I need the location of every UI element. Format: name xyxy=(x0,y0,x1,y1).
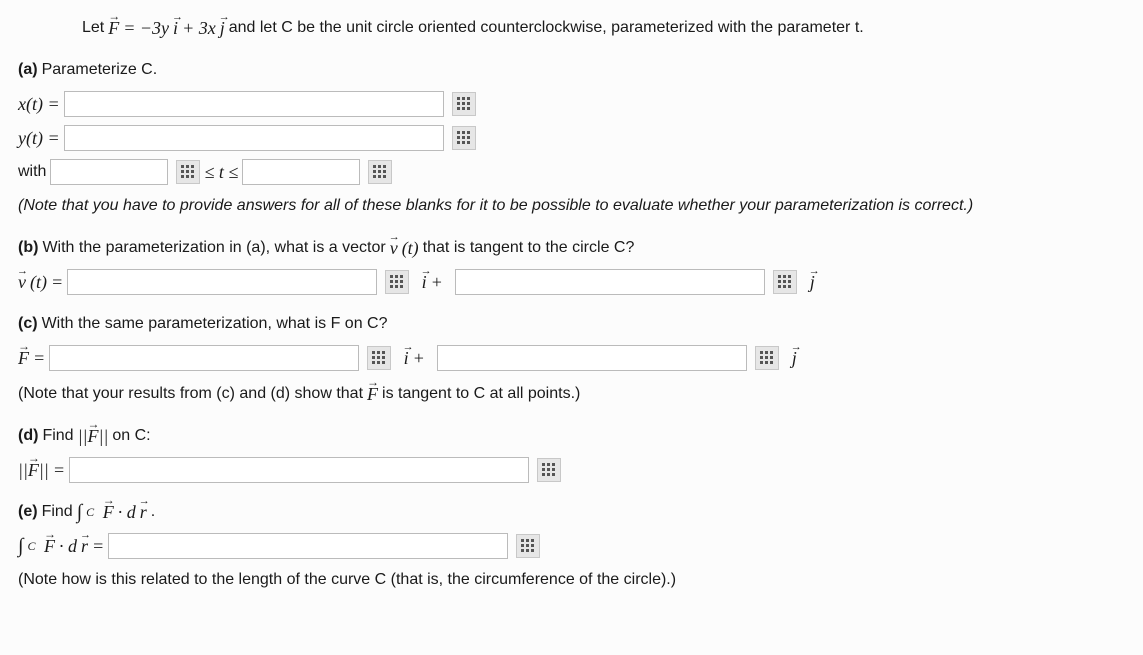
part-d-text: Find xyxy=(42,422,73,450)
b-eq: = xyxy=(51,268,63,296)
keypad-icon[interactable] xyxy=(773,270,797,294)
vector-F-norm: F xyxy=(87,422,98,450)
problem-intro: Let F = −3yi + 3xj and let C be the unit… xyxy=(82,14,1125,42)
vector-F: F xyxy=(108,14,119,42)
d-eq: = xyxy=(53,456,65,484)
part-e-header: (e) Find ∫C F · dr. xyxy=(18,498,1125,526)
keypad-icon[interactable] xyxy=(176,160,200,184)
vector-F-int-lhs: F xyxy=(44,532,55,560)
c-eq: = xyxy=(33,344,45,372)
unit-i: i xyxy=(404,344,409,372)
intro-let: Let xyxy=(82,14,104,42)
F-j-input[interactable] xyxy=(437,345,747,371)
part-b-text: With the parameterization in (a), what i… xyxy=(42,234,385,262)
keypad-icon[interactable] xyxy=(516,534,540,558)
vt-row: v(t) = i+ j xyxy=(18,268,1125,296)
vector-F-note: F xyxy=(367,380,378,408)
integral-sub-lhs: C xyxy=(27,532,35,560)
vector-F-int: F xyxy=(103,498,114,526)
keypad-icon[interactable] xyxy=(452,126,476,150)
e-dot: · d xyxy=(118,498,136,526)
note-cd-text: (Note that your results from (c) and (d)… xyxy=(18,380,363,408)
unit-j: j xyxy=(810,268,815,296)
part-e-label: (e) xyxy=(18,498,38,526)
t-upper-input[interactable] xyxy=(242,159,360,185)
integral-sign-lhs: ∫ xyxy=(18,532,23,560)
yt-input[interactable] xyxy=(64,125,444,151)
part-a-note: (Note that you have to provide answers f… xyxy=(18,192,1125,220)
keypad-icon[interactable] xyxy=(367,346,391,370)
note-cd: (Note that your results from (c) and (d)… xyxy=(18,380,1125,408)
intro-eq1: = −3y xyxy=(123,14,169,42)
e-eq: = xyxy=(92,532,104,560)
part-a-label: (a) xyxy=(18,56,38,84)
norm-row: ||F|| = xyxy=(18,456,1125,484)
xt-input[interactable] xyxy=(64,91,444,117)
b-paren2: (t) xyxy=(30,268,47,296)
b-plus: + xyxy=(431,268,443,296)
unit-i: i xyxy=(173,14,178,42)
t-lower-input[interactable] xyxy=(50,159,168,185)
part-b-header: (b) With the parameterization in (a), wh… xyxy=(18,234,1125,262)
part-c-header: (c) With the same parameterization, what… xyxy=(18,310,1125,338)
norm-input[interactable] xyxy=(69,457,529,483)
yt-label: y(t) = xyxy=(18,124,60,152)
vt-i-input[interactable] xyxy=(67,269,377,295)
unit-j: j xyxy=(792,344,797,372)
intro-rest: and let C be the unit circle oriented co… xyxy=(229,14,864,42)
vector-r: r xyxy=(140,498,147,526)
vector-v-lhs: v xyxy=(18,268,26,296)
keypad-icon[interactable] xyxy=(385,270,409,294)
part-e-note: (Note how is this related to the length … xyxy=(18,566,1125,594)
e-dot-lhs: · d xyxy=(59,532,77,560)
keypad-icon[interactable] xyxy=(452,92,476,116)
keypad-icon[interactable] xyxy=(368,160,392,184)
b-paren: (t) xyxy=(402,234,419,262)
part-a-text: Parameterize C. xyxy=(42,56,158,84)
vector-F-norm-lhs: F xyxy=(28,456,39,484)
integral-row: ∫C F · dr = xyxy=(18,532,1125,560)
vector-v: v xyxy=(390,234,398,262)
t-range-row: with ≤ t ≤ xyxy=(18,158,1125,186)
unit-i: i xyxy=(422,268,427,296)
part-d-onC: on C: xyxy=(112,422,150,450)
note-cd-rest: is tangent to C at all points.) xyxy=(382,380,580,408)
keypad-icon[interactable] xyxy=(755,346,779,370)
vector-r-lhs: r xyxy=(81,532,88,560)
t-le: ≤ t ≤ xyxy=(204,158,238,186)
part-b-rest: that is tangent to the circle C? xyxy=(423,234,635,262)
vt-j-input[interactable] xyxy=(455,269,765,295)
intro-plus: + 3x xyxy=(182,14,216,42)
xt-row: x(t) = xyxy=(18,90,1125,118)
unit-j: j xyxy=(220,14,225,42)
yt-row: y(t) = xyxy=(18,124,1125,152)
F-i-input[interactable] xyxy=(49,345,359,371)
with-label: with xyxy=(18,158,46,186)
F-row: F = i+ j xyxy=(18,344,1125,372)
part-c-text: With the same parameterization, what is … xyxy=(42,310,388,338)
integral-input[interactable] xyxy=(108,533,508,559)
vector-F-lhs: F xyxy=(18,344,29,372)
keypad-icon[interactable] xyxy=(537,458,561,482)
part-a-header: (a) Parameterize C. xyxy=(18,56,1125,84)
xt-label: x(t) = xyxy=(18,90,60,118)
e-period: . xyxy=(151,498,155,526)
part-d-header: (d) Find ||F|| on C: xyxy=(18,422,1125,450)
c-plus: + xyxy=(413,344,425,372)
